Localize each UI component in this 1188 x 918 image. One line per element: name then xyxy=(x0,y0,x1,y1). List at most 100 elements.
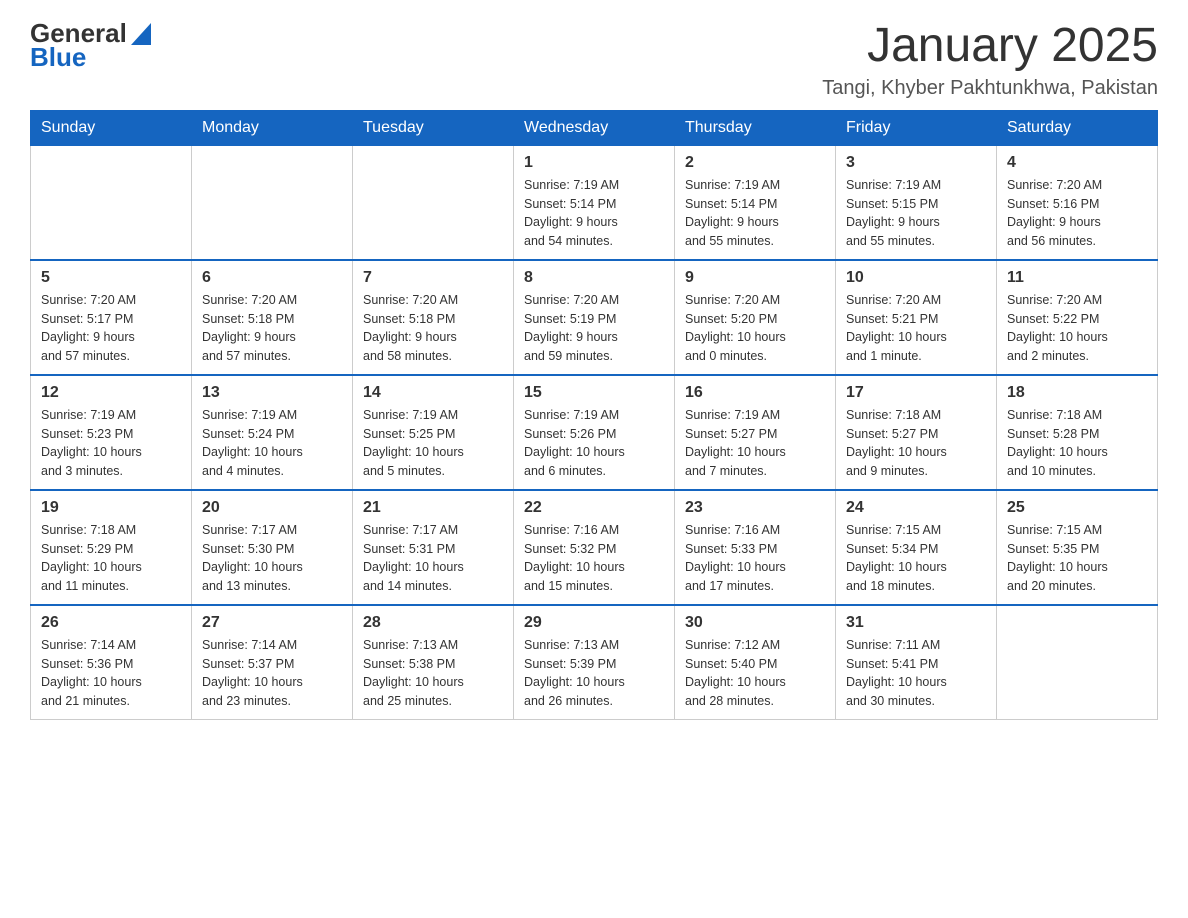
day-number: 31 xyxy=(846,614,986,632)
day-number: 24 xyxy=(846,499,986,517)
calendar-cell: 11Sunrise: 7:20 AM Sunset: 5:22 PM Dayli… xyxy=(997,260,1158,375)
day-number: 13 xyxy=(202,384,342,402)
day-number: 29 xyxy=(524,614,664,632)
day-number: 18 xyxy=(1007,384,1147,402)
calendar-cell: 13 Sunrise: 7:19 AM Sunset: 5:24 PM Dayli… xyxy=(192,375,353,490)
day-number: 28 xyxy=(363,614,503,632)
calendar-cell: 18 Sunrise: 7:18 AM Sunset: 5:28 PM Dayli… xyxy=(997,375,1158,490)
day-number: 12 xyxy=(41,384,181,402)
calendar-week-row: 19Sunrise: 7:18 AM Sunset: 5:29 PM Dayli… xyxy=(31,490,1158,605)
calendar-cell: 10 Sunrise: 7:20 AM Sunset: 5:21 PM Dayli… xyxy=(836,260,997,375)
day-number: 25 xyxy=(1007,499,1147,517)
calendar-cell: 29 Sunrise: 7:13 AM Sunset: 5:39 PM Dayli… xyxy=(514,605,675,720)
day-info: Sunrise: 7:13 AM Sunset: 5:39 PM Dayligh… xyxy=(524,636,664,711)
calendar-cell: 24 Sunrise: 7:15 AM Sunset: 5:34 PM Dayli… xyxy=(836,490,997,605)
day-info: Sunrise: 7:19 AM Sunset: 5:14 PM Dayligh… xyxy=(685,176,825,251)
day-info: Sunrise: 7:20 AM Sunset: 5:17 PM Dayligh… xyxy=(41,291,181,366)
calendar-cell: 14 Sunrise: 7:19 AM Sunset: 5:25 PM Dayli… xyxy=(353,375,514,490)
day-number: 5 xyxy=(41,269,181,287)
day-info: Sunrise: 7:18 AM Sunset: 5:29 PM Dayligh… xyxy=(41,521,181,596)
calendar-cell: 22 Sunrise: 7:16 AM Sunset: 5:32 PM Dayli… xyxy=(514,490,675,605)
day-number: 8 xyxy=(524,269,664,287)
day-number: 11 xyxy=(1007,269,1147,287)
calendar-week-row: 12 Sunrise: 7:19 AM Sunset: 5:23 PM Dayli… xyxy=(31,375,1158,490)
day-number: 21 xyxy=(363,499,503,517)
day-info: Sunrise: 7:19 AM Sunset: 5:15 PM Dayligh… xyxy=(846,176,986,251)
calendar-cell: 9Sunrise: 7:20 AM Sunset: 5:20 PM Daylig… xyxy=(675,260,836,375)
day-info: Sunrise: 7:15 AM Sunset: 5:34 PM Dayligh… xyxy=(846,521,986,596)
calendar-week-row: 1 Sunrise: 7:19 AM Sunset: 5:14 PM Daylig… xyxy=(31,145,1158,260)
calendar-cell: 28 Sunrise: 7:13 AM Sunset: 5:38 PM Dayli… xyxy=(353,605,514,720)
column-header-wednesday: Wednesday xyxy=(514,110,675,145)
calendar-title: January 2025 xyxy=(822,20,1158,73)
day-number: 9 xyxy=(685,269,825,287)
day-info: Sunrise: 7:18 AM Sunset: 5:28 PM Dayligh… xyxy=(1007,406,1147,481)
day-number: 14 xyxy=(363,384,503,402)
day-number: 6 xyxy=(202,269,342,287)
day-number: 4 xyxy=(1007,154,1147,172)
day-number: 23 xyxy=(685,499,825,517)
calendar-cell: 2 Sunrise: 7:19 AM Sunset: 5:14 PM Daylig… xyxy=(675,145,836,260)
day-info: Sunrise: 7:20 AM Sunset: 5:21 PM Dayligh… xyxy=(846,291,986,366)
day-info: Sunrise: 7:20 AM Sunset: 5:18 PM Dayligh… xyxy=(363,291,503,366)
day-info: Sunrise: 7:16 AM Sunset: 5:32 PM Dayligh… xyxy=(524,521,664,596)
calendar-cell: 1 Sunrise: 7:19 AM Sunset: 5:14 PM Daylig… xyxy=(514,145,675,260)
calendar-cell: 31 Sunrise: 7:11 AM Sunset: 5:41 PM Dayli… xyxy=(836,605,997,720)
day-number: 3 xyxy=(846,154,986,172)
calendar-cell: 7 Sunrise: 7:20 AM Sunset: 5:18 PM Daylig… xyxy=(353,260,514,375)
calendar-cell: 19Sunrise: 7:18 AM Sunset: 5:29 PM Dayli… xyxy=(31,490,192,605)
page-header: General Blue January 2025 Tangi, Khyber … xyxy=(30,20,1158,100)
calendar-week-row: 26Sunrise: 7:14 AM Sunset: 5:36 PM Dayli… xyxy=(31,605,1158,720)
calendar-cell: 21 Sunrise: 7:17 AM Sunset: 5:31 PM Dayli… xyxy=(353,490,514,605)
day-info: Sunrise: 7:12 AM Sunset: 5:40 PM Dayligh… xyxy=(685,636,825,711)
day-number: 1 xyxy=(524,154,664,172)
day-info: Sunrise: 7:17 AM Sunset: 5:31 PM Dayligh… xyxy=(363,521,503,596)
calendar-cell: 5 Sunrise: 7:20 AM Sunset: 5:17 PM Daylig… xyxy=(31,260,192,375)
calendar-cell xyxy=(353,145,514,260)
day-info: Sunrise: 7:19 AM Sunset: 5:25 PM Dayligh… xyxy=(363,406,503,481)
day-info: Sunrise: 7:19 AM Sunset: 5:14 PM Dayligh… xyxy=(524,176,664,251)
day-info: Sunrise: 7:14 AM Sunset: 5:37 PM Dayligh… xyxy=(202,636,342,711)
calendar-cell: 6 Sunrise: 7:20 AM Sunset: 5:18 PM Daylig… xyxy=(192,260,353,375)
logo-triangle-icon xyxy=(131,23,151,45)
calendar-cell: 25 Sunrise: 7:15 AM Sunset: 5:35 PM Dayli… xyxy=(997,490,1158,605)
day-info: Sunrise: 7:13 AM Sunset: 5:38 PM Dayligh… xyxy=(363,636,503,711)
day-number: 20 xyxy=(202,499,342,517)
day-info: Sunrise: 7:15 AM Sunset: 5:35 PM Dayligh… xyxy=(1007,521,1147,596)
calendar-cell: 3 Sunrise: 7:19 AM Sunset: 5:15 PM Daylig… xyxy=(836,145,997,260)
column-header-saturday: Saturday xyxy=(997,110,1158,145)
title-block: January 2025 Tangi, Khyber Pakhtunkhwa, … xyxy=(822,20,1158,100)
calendar-subtitle: Tangi, Khyber Pakhtunkhwa, Pakistan xyxy=(822,77,1158,100)
day-number: 16 xyxy=(685,384,825,402)
day-info: Sunrise: 7:20 AM Sunset: 5:18 PM Dayligh… xyxy=(202,291,342,366)
day-info: Sunrise: 7:18 AM Sunset: 5:27 PM Dayligh… xyxy=(846,406,986,481)
day-info: Sunrise: 7:17 AM Sunset: 5:30 PM Dayligh… xyxy=(202,521,342,596)
day-number: 22 xyxy=(524,499,664,517)
day-info: Sunrise: 7:19 AM Sunset: 5:23 PM Dayligh… xyxy=(41,406,181,481)
day-info: Sunrise: 7:20 AM Sunset: 5:19 PM Dayligh… xyxy=(524,291,664,366)
day-info: Sunrise: 7:20 AM Sunset: 5:16 PM Dayligh… xyxy=(1007,176,1147,251)
day-number: 7 xyxy=(363,269,503,287)
day-number: 17 xyxy=(846,384,986,402)
calendar-cell xyxy=(192,145,353,260)
day-info: Sunrise: 7:11 AM Sunset: 5:41 PM Dayligh… xyxy=(846,636,986,711)
column-header-sunday: Sunday xyxy=(31,110,192,145)
logo: General Blue xyxy=(30,20,151,70)
calendar-cell: 27 Sunrise: 7:14 AM Sunset: 5:37 PM Dayli… xyxy=(192,605,353,720)
day-number: 2 xyxy=(685,154,825,172)
calendar-cell xyxy=(997,605,1158,720)
calendar-cell: 20 Sunrise: 7:17 AM Sunset: 5:30 PM Dayli… xyxy=(192,490,353,605)
calendar-table: SundayMondayTuesdayWednesdayThursdayFrid… xyxy=(30,110,1158,720)
day-number: 10 xyxy=(846,269,986,287)
day-number: 27 xyxy=(202,614,342,632)
calendar-cell: 8 Sunrise: 7:20 AM Sunset: 5:19 PM Daylig… xyxy=(514,260,675,375)
day-info: Sunrise: 7:19 AM Sunset: 5:27 PM Dayligh… xyxy=(685,406,825,481)
day-number: 15 xyxy=(524,384,664,402)
calendar-cell: 26Sunrise: 7:14 AM Sunset: 5:36 PM Dayli… xyxy=(31,605,192,720)
logo-blue-text: Blue xyxy=(30,44,86,70)
calendar-week-row: 5 Sunrise: 7:20 AM Sunset: 5:17 PM Daylig… xyxy=(31,260,1158,375)
calendar-cell: 30Sunrise: 7:12 AM Sunset: 5:40 PM Dayli… xyxy=(675,605,836,720)
day-info: Sunrise: 7:19 AM Sunset: 5:24 PM Dayligh… xyxy=(202,406,342,481)
day-number: 26 xyxy=(41,614,181,632)
calendar-cell xyxy=(31,145,192,260)
